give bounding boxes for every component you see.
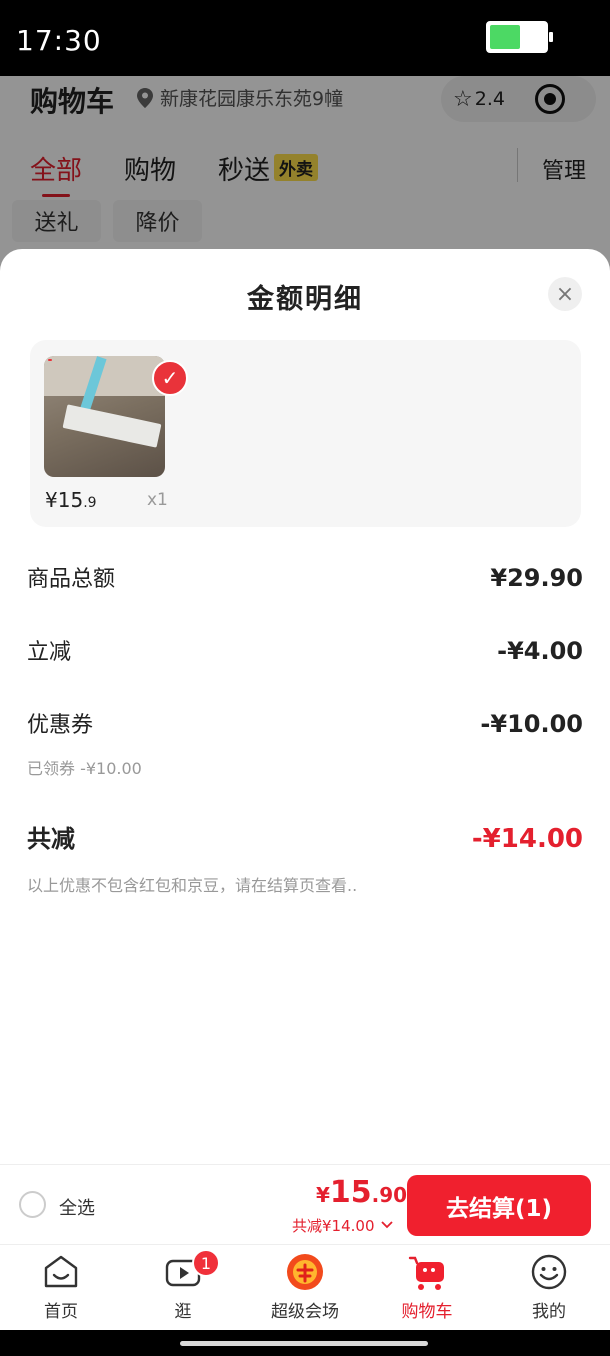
total-price-int: 15 xyxy=(329,1175,372,1210)
amount-detail-sheet: 金额明细 × ✓ ¥15.9 x1 商品总额 ¥29.90 立减 -¥4.00 … xyxy=(0,249,610,1164)
tab-home-label: 首页 xyxy=(44,1302,78,1322)
tab-browse-label: 逛 xyxy=(174,1302,192,1322)
tab-cart[interactable]: 购物车 xyxy=(366,1253,488,1322)
battery-icon xyxy=(486,21,553,53)
total-saving-toggle[interactable]: 共减¥14.00 xyxy=(292,1215,393,1236)
modal-overlay[interactable] xyxy=(0,76,610,276)
subtotal-row: 商品总额 ¥29.90 xyxy=(27,561,583,593)
tab-super-venue[interactable]: 超级会场 xyxy=(244,1253,366,1322)
item-price: ¥15.9 xyxy=(45,488,97,512)
close-icon[interactable]: × xyxy=(548,277,582,311)
status-bar: 17:30 xyxy=(0,0,610,76)
sheet-title: 金额明细 xyxy=(247,284,363,315)
cart-icon xyxy=(408,1253,446,1291)
coupon-note: 已领券 -¥10.00 xyxy=(27,759,142,778)
instant-discount-label: 立减 xyxy=(27,640,72,665)
profile-icon xyxy=(530,1253,568,1291)
checkout-button[interactable]: 去结算(1) xyxy=(407,1175,591,1236)
tab-profile-label: 我的 xyxy=(532,1302,566,1322)
chevron-down-icon xyxy=(381,1221,393,1229)
coupon-label: 优惠券 xyxy=(27,713,94,738)
instant-discount-value: -¥4.00 xyxy=(497,637,583,665)
total-discount-value: -¥14.00 xyxy=(471,824,583,854)
select-all-label[interactable]: 全选 xyxy=(59,1194,95,1220)
total-discount-row: 共减 -¥14.00 xyxy=(27,819,583,854)
tab-browse[interactable]: 1 逛 xyxy=(122,1249,244,1322)
select-all-radio[interactable] xyxy=(19,1191,46,1218)
tab-super-venue-label: 超级会场 xyxy=(271,1302,339,1322)
tab-profile[interactable]: 我的 xyxy=(488,1253,610,1322)
video-icon: 1 xyxy=(164,1249,220,1291)
product-image[interactable] xyxy=(44,356,165,477)
total-price-yen: ¥ xyxy=(316,1183,330,1207)
total-saving-text: 共减¥14.00 xyxy=(292,1217,375,1235)
home-icon xyxy=(42,1253,80,1291)
discount-footnote: 以上优惠不包含红包和京豆，请在结算页查看.. xyxy=(27,876,358,895)
home-indicator[interactable] xyxy=(180,1341,428,1346)
total-price: ¥15.90 xyxy=(316,1175,407,1210)
total-discount-label: 共减 xyxy=(27,825,75,853)
total-price-decimal: .90 xyxy=(371,1183,408,1207)
selected-check-icon: ✓ xyxy=(152,360,188,396)
checkout-bar: 全选 ¥15.90 共减¥14.00 去结算(1) xyxy=(0,1164,610,1244)
item-card: ✓ ¥15.9 x1 xyxy=(30,340,581,527)
instant-discount-row: 立减 -¥4.00 xyxy=(27,634,583,666)
coupon-value: -¥10.00 xyxy=(480,710,583,738)
tab-cart-label: 购物车 xyxy=(401,1302,453,1322)
coupon-row: 优惠券 -¥10.00 xyxy=(27,707,583,739)
status-time: 17:30 xyxy=(16,24,102,57)
tab-home[interactable]: 首页 xyxy=(0,1253,122,1322)
item-price-decimal: .9 xyxy=(83,495,97,511)
item-price-main: ¥15 xyxy=(45,488,84,512)
home-indicator-bar xyxy=(0,1330,610,1356)
notification-badge: 1 xyxy=(192,1249,220,1277)
item-quantity: x1 xyxy=(147,490,168,510)
super-venue-icon xyxy=(286,1253,324,1291)
subtotal-value: ¥29.90 xyxy=(490,564,583,592)
bottom-tab-bar: 首页 1 逛 超级会场 购物车 我的 xyxy=(0,1244,610,1330)
subtotal-label: 商品总额 xyxy=(27,567,116,592)
